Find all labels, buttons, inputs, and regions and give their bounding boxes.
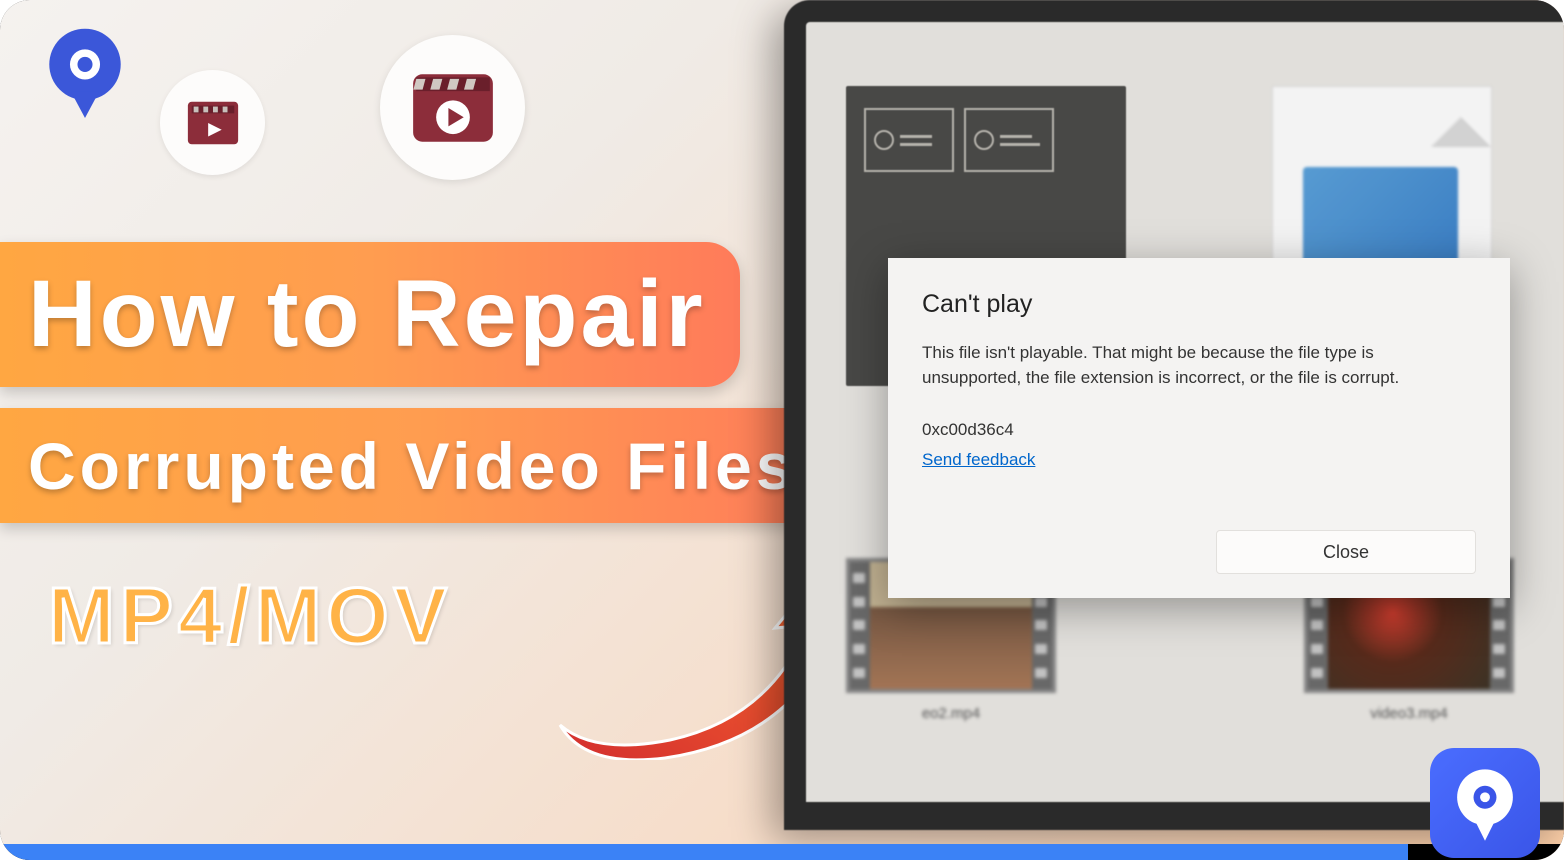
recoverit-logo-icon: [38, 24, 132, 118]
brand-logo-badge: [1430, 748, 1540, 858]
brand-logo-top: [38, 24, 132, 118]
thumbnail-frame: How to Repair Corrupted Video Files MP4/…: [0, 0, 1564, 860]
dialog-title: Can't play: [922, 290, 1476, 319]
error-dialog: Can't play This file isn't playable. Tha…: [888, 258, 1510, 598]
title-banner-line2: Corrupted Video Files: [0, 408, 833, 523]
video-progress-fill: [0, 844, 1408, 860]
clapperboard-play-icon: [407, 62, 499, 154]
send-feedback-link[interactable]: Send feedback: [922, 450, 1035, 469]
video-icon-small: [160, 70, 265, 175]
video-play-icon: [184, 94, 242, 152]
subtitle-text: MP4/MOV: [48, 570, 452, 662]
dialog-error-code: 0xc00d36c4: [922, 420, 1476, 440]
title-banner-line1: How to Repair: [0, 242, 740, 387]
video-label-3: video3.mp4: [1304, 705, 1514, 722]
title-line1: How to Repair: [28, 260, 706, 369]
recoverit-logo-icon: [1444, 762, 1526, 844]
title-line2: Corrupted Video Files: [28, 428, 797, 504]
video-icon-large: [380, 35, 525, 180]
video-label-2: eo2.mp4: [846, 705, 1056, 722]
close-button[interactable]: Close: [1216, 530, 1476, 574]
video-progress-bar[interactable]: [0, 844, 1564, 860]
dialog-body: This file isn't playable. That might be …: [922, 341, 1476, 390]
